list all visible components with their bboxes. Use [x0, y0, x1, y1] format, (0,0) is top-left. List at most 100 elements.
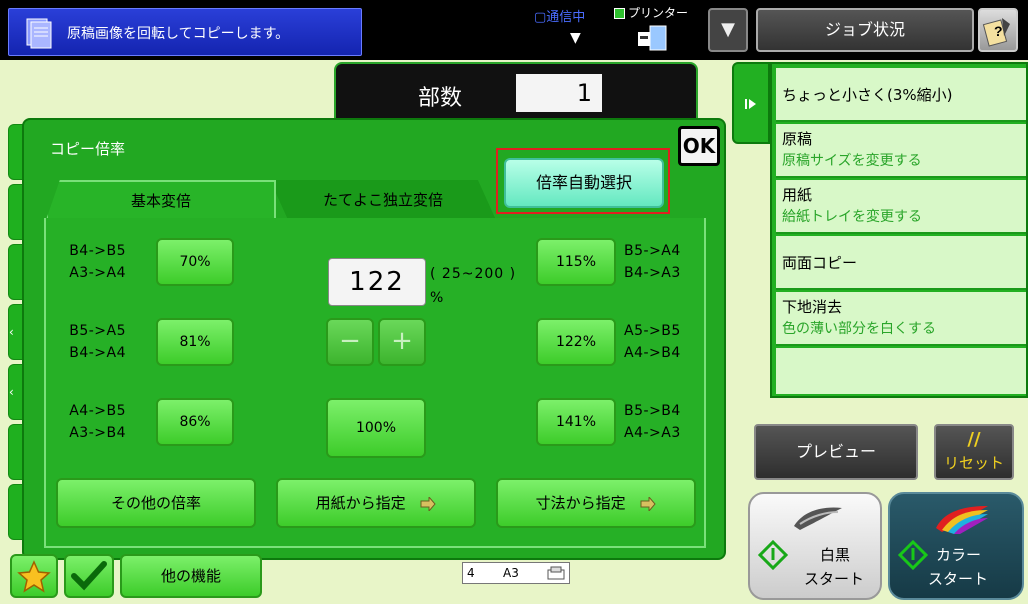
tray-indicator: 4 A3 [462, 562, 570, 584]
from-paper-label: 用紙から指定 [315, 494, 406, 512]
preset-122-button[interactable]: 122% [536, 318, 616, 366]
preset-right-2-line1: A5->B5 [624, 323, 681, 339]
other-ratio-button[interactable]: その他の倍率 [56, 478, 256, 528]
ratio-unit: % [430, 290, 444, 306]
increase-button[interactable]: + [378, 318, 426, 366]
preset-right-1-line1: B5->A4 [624, 243, 681, 259]
auto-ratio-select-button[interactable]: 倍率自動選択 [504, 158, 664, 208]
menu-item-background-erase[interactable]: 下地消去 色の薄い部分を白くする [776, 292, 1026, 346]
preset-right-3-line2: A4->A3 [624, 425, 681, 441]
decrease-button[interactable]: − [326, 318, 374, 366]
check-button[interactable] [64, 554, 114, 598]
arrow-right-icon [420, 496, 437, 511]
from-size-label: 寸法から指定 [535, 494, 626, 512]
color-brush-icon [936, 506, 988, 534]
color-line2: スタート [928, 570, 989, 588]
ratio-input[interactable]: 122 [328, 258, 426, 306]
start-diamond-icon [758, 540, 788, 570]
preset-right-1-label: B5->A4 B4->A3 [624, 240, 698, 284]
printer-icon [638, 25, 667, 51]
ok-button[interactable]: OK [678, 126, 720, 166]
menu-collapse-tab[interactable] [732, 62, 770, 144]
preset-70-button[interactable]: 70% [156, 238, 234, 286]
preset-left-1-label: B4->B5 A3->A4 [52, 240, 126, 284]
tray-icon [547, 566, 565, 580]
menu-item-sub: 給紙トレイを変更する [782, 209, 922, 225]
star-icon [17, 560, 51, 593]
menu-item-title: ちょっと小さく(3%縮小) [782, 86, 953, 104]
bw-brush-icon [794, 507, 842, 530]
ratio-range: ( 25~200 ) [430, 266, 517, 282]
status-dropdown-button[interactable]: ▼ [708, 8, 748, 52]
preset-86-button[interactable]: 86% [156, 398, 234, 446]
tray-size: A3 [503, 566, 519, 580]
from-size-button[interactable]: 寸法から指定 [496, 478, 696, 528]
preview-button[interactable]: プレビュー [754, 424, 918, 480]
menu-item-sub: 色の薄い部分を白くする [782, 321, 936, 337]
menu-item-title: 両面コピー [782, 254, 858, 272]
preset-left-1-line2: A3->A4 [69, 265, 126, 281]
preset-right-3-line1: B5->B4 [624, 403, 681, 419]
printer-status: プリンター [614, 4, 688, 21]
tab-xy-independent[interactable]: たてよこ独立変倍 [270, 180, 496, 220]
preset-right-2-line2: A4->B4 [624, 345, 681, 361]
copy-ratio-panel: コピー倍率 OK 倍率自動選択 たてよこ独立変倍 基本変倍 B4->B5 A3->… [22, 118, 726, 560]
menu-item-title: 下地消去 [782, 298, 843, 316]
printer-label: プリンター [628, 6, 689, 20]
preset-81-button[interactable]: 81% [156, 318, 234, 366]
function-menu: ちょっと小さく(3%縮小) 原稿 原稿サイズを変更する 用紙 給紙トレイを変更す… [770, 62, 1028, 398]
tray-number: 4 [467, 566, 475, 580]
ratio-100-button[interactable]: 100% [326, 398, 426, 458]
preset-left-3-line1: A4->B5 [69, 403, 126, 419]
help-button[interactable]: ? [978, 8, 1018, 52]
ratio-body: B4->B5 A3->A4 70% B5->A5 B4->A4 81% A4->B5… [44, 218, 706, 548]
color-line1: カラー [936, 546, 982, 564]
tab-basic-ratio[interactable]: 基本変倍 [46, 180, 276, 220]
copies-label: 部数 [418, 86, 463, 111]
comm-status: ▢通信中 [534, 10, 586, 25]
favorites-button[interactable] [10, 554, 58, 598]
menu-item-title: 用紙 [782, 186, 813, 204]
preset-left-2-line1: B5->A5 [69, 323, 126, 339]
reset-label: リセット [943, 454, 1004, 472]
preset-left-3-label: A4->B5 A3->B4 [52, 400, 126, 444]
reset-icon: // [967, 429, 981, 450]
bw-start-button[interactable]: 白黒 スタート [748, 492, 882, 600]
copies-box: 部数 1 [334, 62, 698, 126]
preset-left-1-line1: B4->B5 [69, 243, 126, 259]
preset-left-2-label: B5->A5 B4->A4 [52, 320, 126, 364]
preset-right-3-label: B5->B4 A4->A3 [624, 400, 698, 444]
svg-text:?: ? [994, 23, 1003, 39]
message-text: 原稿画像を回転してコピーします。 [67, 26, 290, 42]
message-area: 原稿画像を回転してコピーします。 [8, 8, 362, 56]
preset-115-button[interactable]: 115% [536, 238, 616, 286]
document-icon [26, 18, 52, 49]
bw-line1: 白黒 [820, 546, 851, 564]
menu-item-original[interactable]: 原稿 原稿サイズを変更する [776, 124, 1026, 178]
menu-item-slight-reduce[interactable]: ちょっと小さく(3%縮小) [776, 68, 1026, 122]
checkmark-icon [71, 561, 107, 591]
reset-button[interactable]: // リセット [934, 424, 1014, 480]
preset-left-2-line2: B4->A4 [69, 345, 126, 361]
preset-right-1-line2: B4->A3 [624, 265, 681, 281]
preset-141-button[interactable]: 141% [536, 398, 616, 446]
menu-item-title: 原稿 [782, 130, 813, 148]
other-functions-button[interactable]: 他の機能 [120, 554, 262, 598]
copies-input[interactable]: 1 [516, 74, 602, 112]
preset-right-2-label: A5->B5 A4->B4 [624, 320, 698, 364]
menu-item-sub: 原稿サイズを変更する [782, 153, 922, 169]
arrow-right-icon [640, 496, 657, 511]
menu-item-empty [776, 348, 1026, 394]
help-book-icon: ? [982, 18, 1010, 47]
menu-item-duplex[interactable]: 両面コピー [776, 236, 1026, 290]
color-start-button[interactable]: カラー スタート [888, 492, 1024, 600]
message-expand-icon[interactable]: ▼ [570, 30, 581, 46]
menu-item-paper[interactable]: 用紙 給紙トレイを変更する [776, 180, 1026, 234]
panel-title: コピー倍率 [50, 140, 126, 158]
preset-left-3-line2: A3->B4 [69, 425, 126, 441]
top-bar: 原稿画像を回転してコピーします。 ▢通信中 ▼ プリンター ▼ ジョブ状況 ? [0, 0, 1028, 60]
printer-indicator-icon [614, 8, 625, 19]
from-paper-button[interactable]: 用紙から指定 [276, 478, 476, 528]
play-icon [745, 99, 756, 109]
job-status-button[interactable]: ジョブ状況 [756, 8, 974, 52]
